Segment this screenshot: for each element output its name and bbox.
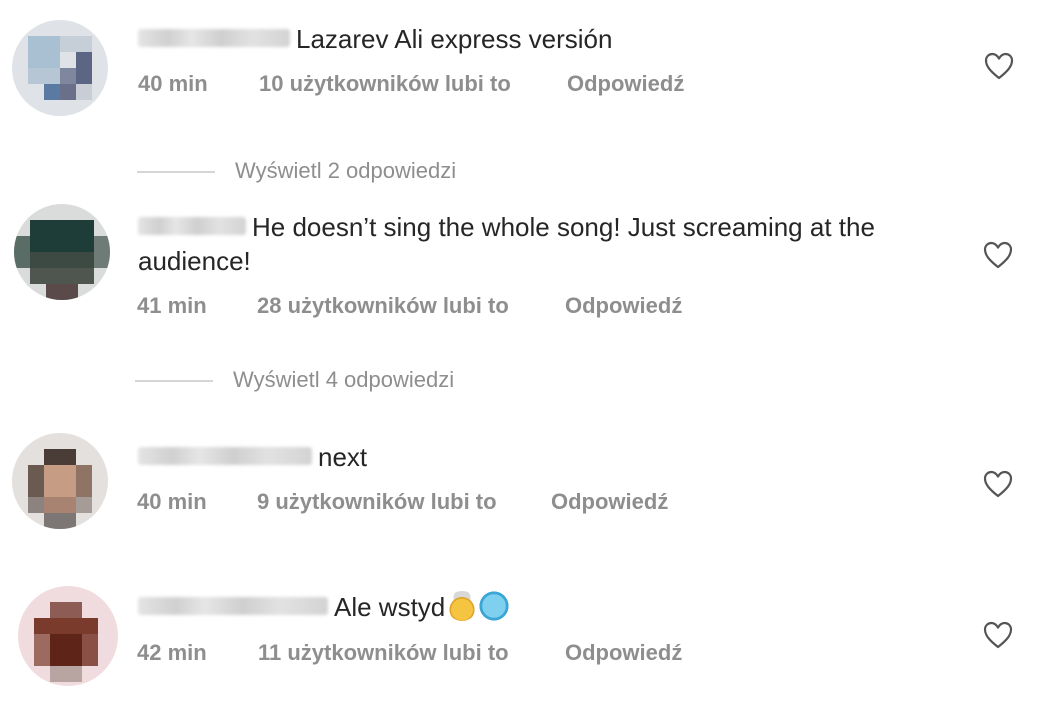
- heart-outline-icon[interactable]: [984, 52, 1014, 80]
- reply-button[interactable]: Odpowiedź: [551, 489, 668, 515]
- comment-text: He doesn’t sing the whole song! Just scr…: [138, 210, 938, 244]
- avatar[interactable]: [18, 586, 118, 686]
- exploding-head-emoji: [447, 591, 478, 622]
- comment-body: next: [318, 442, 368, 472]
- comment-likes[interactable]: 28 użytkowników lubi to: [257, 293, 509, 319]
- divider-line: [137, 171, 215, 174]
- reply-button[interactable]: Odpowiedź: [565, 640, 682, 666]
- comment-text: Lazarev Ali express versión: [138, 22, 938, 56]
- view-replies-link[interactable]: Wyświetl 2 odpowiedzi: [137, 158, 456, 184]
- divider-line: [135, 380, 213, 383]
- avatar[interactable]: [12, 433, 108, 529]
- comment-text: Ale wstyd: [138, 590, 938, 624]
- username-redacted[interactable]: [138, 29, 290, 48]
- comment-likes[interactable]: 11 użytkowników lubi to: [258, 640, 509, 666]
- username-redacted[interactable]: [138, 597, 328, 616]
- comment-time: 40 min: [137, 489, 207, 514]
- username-redacted[interactable]: [138, 447, 312, 466]
- comment-time: 42 min: [137, 640, 207, 665]
- comment-body: Lazarev Ali express versión: [296, 24, 613, 54]
- heart-outline-icon[interactable]: [983, 621, 1013, 649]
- avatar[interactable]: [14, 204, 110, 300]
- comment-text: next: [138, 440, 938, 474]
- comment-likes[interactable]: 10 użytkowników lubi to: [259, 71, 511, 97]
- view-replies-link[interactable]: Wyświetl 4 odpowiedzi: [135, 367, 454, 393]
- heart-outline-icon[interactable]: [983, 470, 1013, 498]
- comment-body: Ale wstyd: [334, 592, 446, 622]
- comment-text-continued: audience!: [138, 246, 251, 276]
- comment-body: He doesn’t sing the whole song! Just scr…: [252, 212, 875, 242]
- cold-face-emoji: [479, 591, 510, 622]
- heart-outline-icon[interactable]: [983, 241, 1013, 269]
- username-redacted[interactable]: [138, 217, 246, 236]
- comment-time: 41 min: [137, 293, 207, 318]
- reply-button[interactable]: Odpowiedź: [565, 293, 682, 319]
- reply-button[interactable]: Odpowiedź: [567, 71, 684, 97]
- view-replies-label: Wyświetl 4 odpowiedzi: [233, 367, 455, 392]
- avatar[interactable]: [12, 20, 108, 116]
- comment-likes[interactable]: 9 użytkowników lubi to: [257, 489, 497, 515]
- comment-time: 40 min: [138, 71, 208, 96]
- view-replies-label: Wyświetl 2 odpowiedzi: [235, 158, 457, 183]
